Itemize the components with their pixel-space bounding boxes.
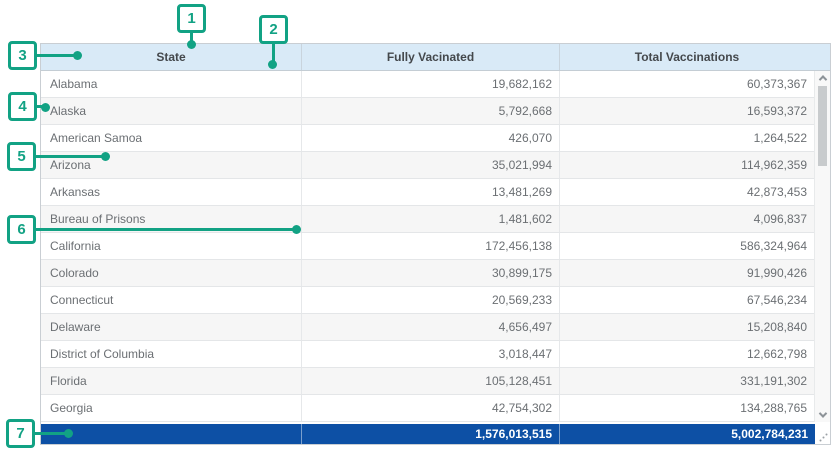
cell-total-vaccinations: 331,191,302 xyxy=(560,368,814,394)
cell-total-vaccinations: 114,962,359 xyxy=(560,152,814,178)
annotation-dot-2 xyxy=(268,60,277,69)
cell-fully-vaccinated: 30,899,175 xyxy=(302,260,560,286)
scroll-up-button[interactable] xyxy=(815,71,830,85)
cell-total-vaccinations: 91,990,426 xyxy=(560,260,814,286)
cell-state: California xyxy=(41,233,302,259)
scroll-down-button[interactable] xyxy=(815,408,830,422)
table-row[interactable]: Arizona 35,021,994 114,962,359 xyxy=(41,152,814,179)
annotation-marker-3: 3 xyxy=(8,41,37,70)
cell-state: Alabama xyxy=(41,71,302,97)
annotation-stem-6 xyxy=(34,228,297,231)
cell-state: Connecticut xyxy=(41,287,302,313)
column-header-fully-vaccinated: Fully Vacinated xyxy=(302,44,560,70)
cell-total-vaccinations: 16,593,372 xyxy=(560,98,814,124)
cell-total-vaccinations: 67,546,234 xyxy=(560,287,814,313)
cell-fully-vaccinated: 13,481,269 xyxy=(302,179,560,205)
cell-fully-vaccinated: 19,682,162 xyxy=(302,71,560,97)
vaccination-table: State Fully Vacinated Total Vaccinations… xyxy=(40,43,831,445)
cell-state: District of Columbia xyxy=(41,341,302,367)
cell-fully-vaccinated: 20,569,233 xyxy=(302,287,560,313)
cell-fully-vaccinated: 426,070 xyxy=(302,125,560,151)
chevron-up-icon xyxy=(818,75,826,83)
annotation-stem-7 xyxy=(33,432,68,435)
cell-state: American Samoa xyxy=(41,125,302,151)
annotation-dot-6 xyxy=(292,225,301,234)
cell-fully-vaccinated: 42,754,302 xyxy=(302,395,560,421)
cell-fully-vaccinated: 35,021,994 xyxy=(302,152,560,178)
cell-fully-vaccinated: 4,656,497 xyxy=(302,314,560,340)
screenshot-canvas: State Fully Vacinated Total Vaccinations… xyxy=(0,0,833,453)
table-body: Alabama 19,682,162 60,373,367 Alaska 5,7… xyxy=(41,71,814,422)
chevron-down-icon xyxy=(818,409,826,417)
table-row[interactable]: California 172,456,138 586,324,964 xyxy=(41,233,814,260)
cell-total-vaccinations: 1,264,522 xyxy=(560,125,814,151)
cell-total-vaccinations: 586,324,964 xyxy=(560,233,814,259)
table-row[interactable]: District of Columbia 3,018,447 12,662,79… xyxy=(41,341,814,368)
annotation-dot-1 xyxy=(187,40,196,49)
annotation-marker-4: 4 xyxy=(8,92,37,121)
cell-fully-vaccinated: 172,456,138 xyxy=(302,233,560,259)
annotation-stem-3 xyxy=(36,54,77,57)
table-header-row: State Fully Vacinated Total Vaccinations xyxy=(41,44,830,71)
cell-fully-vaccinated: 5,792,668 xyxy=(302,98,560,124)
vertical-scrollbar[interactable] xyxy=(814,71,830,422)
cell-total-vaccinations: 12,662,798 xyxy=(560,341,814,367)
annotation-marker-6: 6 xyxy=(7,215,36,244)
table-row[interactable]: Arkansas 13,481,269 42,873,453 xyxy=(41,179,814,206)
cell-total-vaccinations: 15,208,840 xyxy=(560,314,814,340)
annotation-dot-7 xyxy=(64,429,73,438)
cell-total-vaccinations: 134,288,765 xyxy=(560,395,814,421)
cell-total-vaccinations: 42,873,453 xyxy=(560,179,814,205)
table-row[interactable]: Colorado 30,899,175 91,990,426 xyxy=(41,260,814,287)
cell-total-vaccinations: 60,373,367 xyxy=(560,71,814,97)
column-header-total-vaccinations: Total Vaccinations xyxy=(560,44,814,70)
header-scrollbar-spacer xyxy=(814,44,830,70)
resize-grip-icon[interactable] xyxy=(819,433,828,442)
cell-fully-vaccinated: 1,481,602 xyxy=(302,206,560,232)
annotation-dot-4 xyxy=(41,103,50,112)
cell-state: Alaska xyxy=(41,98,302,124)
cell-state: Delaware xyxy=(41,314,302,340)
annotation-marker-1: 1 xyxy=(177,4,206,33)
cell-state: Georgia xyxy=(41,395,302,421)
cell-fully-vaccinated: 105,128,451 xyxy=(302,368,560,394)
annotation-marker-2: 2 xyxy=(259,15,288,44)
cell-state: Florida xyxy=(41,368,302,394)
annotation-dot-3 xyxy=(73,51,82,60)
table-row[interactable]: Alaska 5,792,668 16,593,372 xyxy=(41,98,814,125)
table-body-area: Alabama 19,682,162 60,373,367 Alaska 5,7… xyxy=(41,71,830,422)
cell-state: Colorado xyxy=(41,260,302,286)
annotation-dot-5 xyxy=(101,152,110,161)
table-row[interactable]: Alabama 19,682,162 60,373,367 xyxy=(41,71,814,98)
summary-row: 1,576,013,515 5,002,784,231 xyxy=(41,424,815,444)
table-row[interactable]: Delaware 4,656,497 15,208,840 xyxy=(41,314,814,341)
annotation-marker-7: 7 xyxy=(6,419,35,448)
summary-cell-fully-vaccinated: 1,576,013,515 xyxy=(302,424,560,444)
cell-total-vaccinations: 4,096,837 xyxy=(560,206,814,232)
summary-cell-state xyxy=(41,424,302,444)
annotation-marker-5: 5 xyxy=(7,142,36,171)
cell-state: Arkansas xyxy=(41,179,302,205)
scrollbar-thumb[interactable] xyxy=(818,86,827,166)
table-row[interactable]: Georgia 42,754,302 134,288,765 xyxy=(41,395,814,422)
table-row[interactable]: Connecticut 20,569,233 67,546,234 xyxy=(41,287,814,314)
annotation-stem-5 xyxy=(34,155,105,158)
summary-cell-total-vaccinations: 5,002,784,231 xyxy=(560,424,815,444)
table-row[interactable]: Florida 105,128,451 331,191,302 xyxy=(41,368,814,395)
table-row[interactable]: American Samoa 426,070 1,264,522 xyxy=(41,125,814,152)
cell-fully-vaccinated: 3,018,447 xyxy=(302,341,560,367)
